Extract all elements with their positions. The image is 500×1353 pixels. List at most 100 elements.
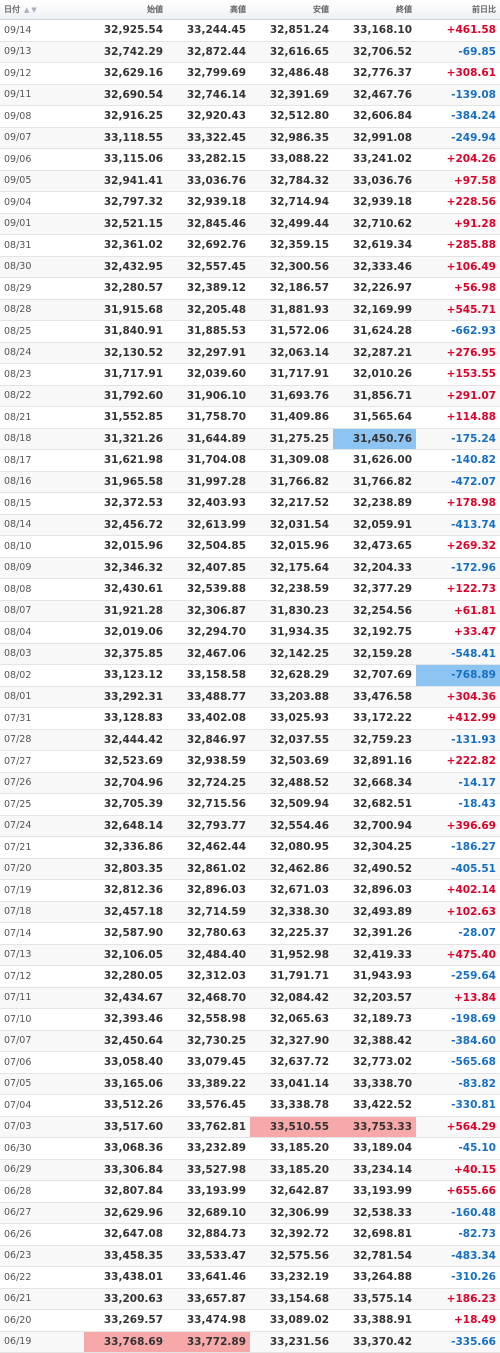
sort-arrows-icon[interactable]: ▲▼ — [24, 6, 39, 14]
column-header-date[interactable]: 日付 ▲▼ — [0, 0, 84, 20]
date-cell: 07/04 — [0, 1094, 84, 1117]
date-cell: 08/09 — [0, 557, 84, 579]
close-cell: 32,203.57 — [333, 987, 416, 1009]
low-cell: 32,671.03 — [250, 879, 333, 902]
date-cell: 09/14 — [0, 19, 84, 42]
low-cell: 32,084.42 — [250, 987, 333, 1009]
date-cell: 08/07 — [0, 600, 84, 622]
date-cell: 07/18 — [0, 901, 84, 923]
table-row: 06/21 33,200.63 33,657.87 33,154.68 33,575.1… — [0, 1288, 500, 1310]
low-cell: 31,791.71 — [250, 965, 333, 988]
date-cell: 09/13 — [0, 41, 84, 63]
table-row: 06/30 33,068.36 33,232.89 33,185.20 33,189.0… — [0, 1137, 500, 1160]
high-cell: 32,746.14 — [167, 84, 250, 106]
open-cell: 32,019.06 — [84, 621, 167, 644]
open-cell: 32,432.95 — [84, 256, 167, 278]
high-cell: 33,527.98 — [167, 1159, 250, 1181]
column-header-low[interactable]: 安値 — [250, 0, 333, 20]
change-cell: -259.64 — [416, 965, 500, 988]
change-cell: -14.17 — [416, 772, 500, 794]
close-cell: 33,036.76 — [333, 170, 416, 192]
date-cell: 06/23 — [0, 1245, 84, 1267]
open-cell: 31,792.60 — [84, 385, 167, 407]
close-cell: 33,575.14 — [333, 1288, 416, 1310]
change-cell: -768.89 — [416, 664, 500, 687]
change-cell: -139.08 — [416, 84, 500, 106]
close-cell: 32,781.54 — [333, 1245, 416, 1267]
column-header-open[interactable]: 始値 — [84, 0, 167, 20]
high-cell: 32,306.87 — [167, 600, 250, 622]
close-cell: 32,159.28 — [333, 643, 416, 665]
low-cell: 33,510.55 — [250, 1116, 333, 1138]
table-row: 08/14 32,456.72 32,613.99 32,031.54 32,059.9… — [0, 514, 500, 536]
open-cell: 32,797.32 — [84, 191, 167, 214]
change-cell: -384.60 — [416, 1030, 500, 1052]
open-cell: 32,705.39 — [84, 793, 167, 816]
open-cell: 32,450.64 — [84, 1030, 167, 1052]
high-cell: 32,845.46 — [167, 213, 250, 235]
table-row: 09/08 32,916.25 32,920.43 32,512.80 32,606.8… — [0, 105, 500, 128]
close-cell: 32,776.37 — [333, 62, 416, 85]
change-cell: +97.58 — [416, 170, 500, 192]
date-cell: 07/28 — [0, 729, 84, 751]
low-cell: 33,025.93 — [250, 707, 333, 730]
open-cell: 33,165.06 — [84, 1073, 167, 1095]
high-cell: 33,762.81 — [167, 1116, 250, 1138]
open-cell: 32,375.85 — [84, 643, 167, 665]
low-cell: 32,186.57 — [250, 277, 333, 300]
open-cell: 32,941.41 — [84, 170, 167, 192]
close-cell: 31,565.64 — [333, 406, 416, 429]
date-cell: 08/02 — [0, 664, 84, 687]
low-cell: 32,392.72 — [250, 1223, 333, 1246]
high-cell: 32,539.88 — [167, 578, 250, 601]
low-cell: 32,509.94 — [250, 793, 333, 816]
low-cell: 32,391.69 — [250, 84, 333, 106]
date-cell: 08/21 — [0, 406, 84, 429]
table-row: 07/31 33,128.83 33,402.08 33,025.93 33,172.2… — [0, 707, 500, 730]
low-cell: 32,300.56 — [250, 256, 333, 278]
table-row: 08/23 31,717.91 32,039.60 31,717.91 32,010.2… — [0, 363, 500, 386]
change-cell: +461.58 — [416, 19, 500, 42]
change-cell: -662.93 — [416, 320, 500, 343]
change-cell: -83.82 — [416, 1073, 500, 1095]
low-cell: 32,065.63 — [250, 1008, 333, 1031]
change-cell: -249.94 — [416, 127, 500, 149]
open-cell: 32,130.52 — [84, 342, 167, 364]
high-cell: 32,468.70 — [167, 987, 250, 1009]
high-cell: 32,389.12 — [167, 277, 250, 300]
open-cell: 31,915.68 — [84, 299, 167, 321]
change-cell: -335.66 — [416, 1331, 500, 1353]
table-row: 07/04 33,512.26 33,576.45 33,338.78 33,422.5… — [0, 1094, 500, 1117]
low-cell: 33,088.22 — [250, 148, 333, 171]
change-cell: -69.85 — [416, 41, 500, 63]
change-cell: -82.73 — [416, 1223, 500, 1246]
open-cell: 32,372.53 — [84, 492, 167, 515]
table-row: 09/13 32,742.29 32,872.44 32,616.65 32,706.5… — [0, 41, 500, 63]
open-cell: 32,346.32 — [84, 557, 167, 579]
change-cell: -472.07 — [416, 471, 500, 493]
table-row: 08/03 32,375.85 32,467.06 32,142.25 32,159.2… — [0, 643, 500, 665]
high-cell: 32,558.98 — [167, 1008, 250, 1031]
table-row: 08/16 31,965.58 31,997.28 31,766.82 31,766.8… — [0, 471, 500, 493]
date-cell: 09/12 — [0, 62, 84, 85]
open-cell: 32,521.15 — [84, 213, 167, 235]
table-row: 07/14 32,587.90 32,780.63 32,225.37 32,391.2… — [0, 922, 500, 945]
high-cell: 32,692.76 — [167, 234, 250, 257]
high-cell: 33,282.15 — [167, 148, 250, 171]
column-header-change[interactable]: 前日比 — [416, 0, 500, 20]
low-cell: 33,154.68 — [250, 1288, 333, 1310]
change-cell: +33.47 — [416, 621, 500, 644]
table-row: 09/06 33,115.06 33,282.15 33,088.22 33,241.0… — [0, 148, 500, 171]
low-cell: 31,693.76 — [250, 385, 333, 407]
date-cell: 08/16 — [0, 471, 84, 493]
open-cell: 32,106.05 — [84, 944, 167, 966]
date-cell: 07/05 — [0, 1073, 84, 1095]
column-header-high[interactable]: 高値 — [167, 0, 250, 20]
close-cell: 33,189.04 — [333, 1137, 416, 1160]
low-cell: 32,063.14 — [250, 342, 333, 364]
open-cell: 32,280.05 — [84, 965, 167, 988]
column-header-close[interactable]: 終値 — [333, 0, 416, 20]
high-cell: 32,403.93 — [167, 492, 250, 515]
date-cell: 06/19 — [0, 1331, 84, 1353]
high-cell: 32,297.91 — [167, 342, 250, 364]
